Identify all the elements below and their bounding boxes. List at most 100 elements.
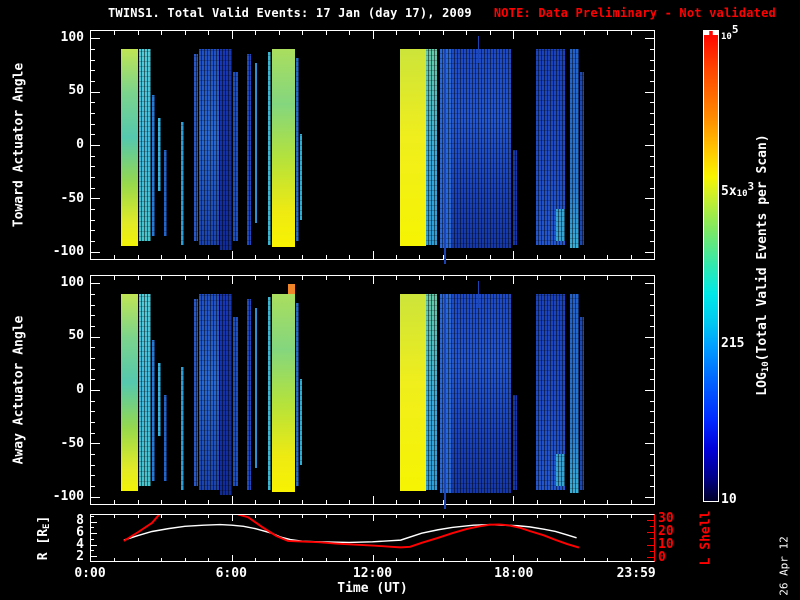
l-axis-tick [647,545,654,546]
y-axis-tick [91,390,100,391]
y-axis-tick [91,60,95,61]
x-axis-tick [349,255,350,259]
x-axis-tick [208,31,209,35]
x-axis-tick [232,276,233,284]
x-axis-tick [208,276,209,280]
x-axis-tick [443,31,444,35]
colorbar [703,30,719,502]
x-axis-tick [208,515,209,518]
r-axis-tick [91,539,94,540]
x-axis-tick [114,558,115,561]
x-axis-tick [560,515,561,518]
y-axis-tick [91,475,95,476]
l-axis-tick [647,557,654,558]
x-axis-tick [373,251,374,259]
spectrogram-stripe [138,294,151,486]
x-axis-tick [584,558,585,561]
x-axis-tick [607,31,608,35]
y-axis-tick [650,379,654,380]
x-axis-tick [584,255,585,259]
y-axis-tick [650,326,654,327]
y-axis-tick-label: 0 [76,137,84,152]
y-axis-tick [650,422,654,423]
y-axis-tick-label: 50 [68,83,84,99]
y-axis-tick [91,433,95,434]
x-axis-tick [232,515,233,521]
x-axis-tick [326,276,327,280]
spectrogram-stripe [268,296,272,491]
y-axis-tick [645,497,654,498]
x-axis-tick [326,558,327,561]
x-axis-tick [396,558,397,561]
x-axis-tick [255,31,256,35]
y-axis-tick [91,198,100,199]
y-axis-tick [645,337,654,338]
y-axis-tick [650,369,654,370]
r-distance-line [123,523,577,544]
x-axis-tick [138,500,139,504]
x-axis-tick [443,515,444,518]
x-axis-tick [396,276,397,280]
x-axis-tick [255,276,256,280]
x-axis-tick [560,31,561,35]
x-axis-tick [161,500,162,504]
x-axis-tick [208,500,209,504]
spectrogram-stripe [193,298,198,486]
x-axis-tick [466,515,467,518]
spectrogram-stripe [163,394,167,482]
x-axis-tick [513,276,514,284]
spectrogram-stripe [296,58,300,241]
x-axis-tick [326,255,327,259]
x-axis-tick [302,31,303,35]
y-axis-tick [650,102,654,103]
y-axis-tick [91,486,95,487]
y-axis-tick [650,411,654,412]
x-axis-tick [443,276,444,280]
x-axis-tick [302,558,303,561]
y-axis-tick-label: 100 [60,274,84,290]
x-axis-tick [326,31,327,35]
x-axis-tick [349,515,350,518]
y-axis-tick [650,454,654,455]
y-axis-tick [650,475,654,476]
y-axis-tick [650,315,654,316]
y-axis-tick [91,379,95,380]
x-axis-tick [466,31,467,35]
y-axis-tick-label: -50 [60,435,84,451]
spectrogram-stripe [198,49,219,246]
spectrogram-stripe [163,149,167,237]
l-axis-tick [650,526,654,527]
orbit-parameters-panel [90,514,655,562]
x-axis-tick [419,558,420,561]
x-axis-tick [114,31,115,35]
y-axis-tick [645,390,654,391]
y-axis-tick [91,283,100,284]
x-axis-tick [373,555,374,561]
y-axis-tick [650,70,654,71]
y-axis-tick [91,497,100,498]
y-axis-tick-label: 0 [76,382,84,397]
x-axis-tick [279,500,280,504]
x-axis-tick [302,515,303,518]
y-axis-tick [650,156,654,157]
x-axis-tick [138,31,139,35]
spectrogram-stripe [255,307,258,468]
r-axis-tick [91,522,97,523]
x-axis-tick [560,500,561,504]
colorbar-axis-label: LOG10(Total Valid Events per Scan) [755,134,771,396]
figure-title: TWINS1. Total Valid Events: 17 Jan (day … [108,6,472,20]
x-axis-tick [138,558,139,561]
x-axis-tick [302,276,303,280]
spectrogram-stripe [425,294,437,491]
y-axis-tick [91,38,100,39]
y-axis-tick [91,230,95,231]
y-axis-tick [650,433,654,434]
x-axis-tick [584,515,585,518]
spectrogram-stripe [255,62,258,223]
x-axis-tick [161,558,162,561]
y-axis-tick-label: 100 [60,29,84,45]
spectrogram-stripe [444,49,446,264]
y-axis-tick [650,177,654,178]
y-axis-tick [91,305,95,306]
spectrogram-stripe [399,293,426,491]
